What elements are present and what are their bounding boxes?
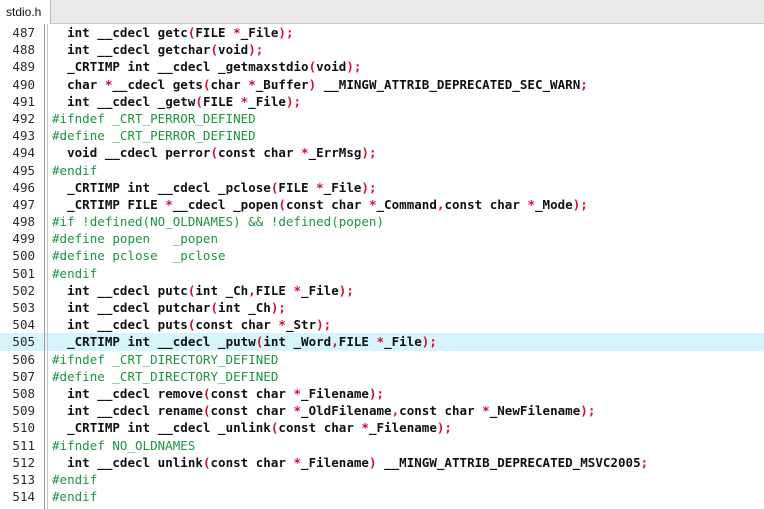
line-number: 489 bbox=[12, 59, 35, 75]
line-number: 498 bbox=[12, 214, 35, 230]
line-number: 495 bbox=[12, 162, 35, 178]
gutter-separator-inner bbox=[44, 24, 45, 509]
code-line-text[interactable]: #endif bbox=[52, 162, 97, 179]
code-line-text[interactable]: int __cdecl getc(FILE *_File); bbox=[52, 24, 294, 41]
code-line[interactable]: 500 #define pclose _pclose bbox=[0, 247, 764, 264]
line-number: 508 bbox=[12, 385, 35, 401]
code-line[interactable]: 510 _CRTIMP int __cdecl _unlink(const ch… bbox=[0, 419, 764, 436]
code-line-text[interactable]: int __cdecl unlink(const char *_Filename… bbox=[52, 454, 648, 471]
line-number: 491 bbox=[12, 93, 35, 109]
tab-bar-empty-area bbox=[51, 0, 764, 23]
code-line-text[interactable]: #endif bbox=[52, 265, 97, 282]
code-line-text[interactable]: int __cdecl putc(int _Ch,FILE *_File); bbox=[52, 282, 354, 299]
code-line[interactable]: 488 int __cdecl getchar(void); bbox=[0, 41, 764, 58]
code-line[interactable]: 499 #define popen _popen bbox=[0, 230, 764, 247]
code-line-text[interactable]: _CRTIMP int __cdecl _unlink(const char *… bbox=[52, 419, 452, 436]
line-number: 487 bbox=[12, 25, 35, 40]
code-line-text[interactable]: #define _CRT_PERROR_DEFINED bbox=[52, 127, 256, 144]
line-number: 493 bbox=[12, 128, 35, 144]
code-line[interactable]: 503 int __cdecl putchar(int _Ch); bbox=[0, 299, 764, 316]
tab-label: stdio.h bbox=[6, 5, 42, 19]
code-line[interactable]: 489 _CRTIMP int __cdecl _getmaxstdio(voi… bbox=[0, 58, 764, 75]
code-line-text[interactable]: _CRTIMP int __cdecl _getmaxstdio(void); bbox=[52, 58, 361, 75]
code-line[interactable]: 491 int __cdecl _getw(FILE *_File); bbox=[0, 93, 764, 110]
code-line[interactable]: 513 #endif bbox=[0, 471, 764, 488]
line-number: 509 bbox=[12, 403, 35, 419]
line-number: 502 bbox=[12, 282, 35, 298]
code-line[interactable]: 504 int __cdecl puts(const char *_Str); bbox=[0, 316, 764, 333]
line-number: 501 bbox=[12, 265, 35, 281]
code-line[interactable]: 495 #endif bbox=[0, 162, 764, 179]
line-number: 505 bbox=[12, 334, 35, 350]
line-number: 494 bbox=[12, 145, 35, 161]
line-number: 500 bbox=[12, 248, 35, 264]
code-line[interactable]: 501 #endif bbox=[0, 265, 764, 282]
code-line[interactable]: 512 int __cdecl unlink(const char *_File… bbox=[0, 454, 764, 471]
code-line[interactable]: 496 _CRTIMP int __cdecl _pclose(FILE *_F… bbox=[0, 179, 764, 196]
code-line-text[interactable]: int __cdecl _getw(FILE *_File); bbox=[52, 93, 301, 110]
code-line-text[interactable]: #ifndef _CRT_DIRECTORY_DEFINED bbox=[52, 351, 278, 368]
code-line[interactable]: 493 #define _CRT_PERROR_DEFINED bbox=[0, 127, 764, 144]
code-line[interactable]: 494 void __cdecl perror(const char *_Err… bbox=[0, 144, 764, 161]
line-number: 497 bbox=[12, 196, 35, 212]
code-line-text[interactable]: int __cdecl getchar(void); bbox=[52, 41, 263, 58]
code-line[interactable]: 505 _CRTIMP int __cdecl _putw(int _Word,… bbox=[0, 333, 764, 351]
line-number: 492 bbox=[12, 110, 35, 126]
line-number: 507 bbox=[12, 368, 35, 384]
code-lines[interactable]: 487 int __cdecl getc(FILE *_File); 488 in… bbox=[0, 24, 764, 505]
code-line[interactable]: 497 _CRTIMP FILE *__cdecl _popen(const c… bbox=[0, 196, 764, 213]
code-line-text[interactable]: int __cdecl puts(const char *_Str); bbox=[52, 316, 331, 333]
code-line-text[interactable]: int __cdecl rename(const char *_OldFilen… bbox=[52, 402, 595, 419]
tab-stdio-h[interactable]: stdio.h bbox=[0, 0, 52, 24]
line-number: 503 bbox=[12, 300, 35, 315]
code-line-text[interactable]: #endif bbox=[52, 471, 97, 488]
code-line[interactable]: 509 int __cdecl rename(const char *_OldF… bbox=[0, 402, 764, 419]
code-line[interactable]: 511 #ifndef NO_OLDNAMES bbox=[0, 437, 764, 454]
code-line[interactable]: 514 #endif bbox=[0, 488, 764, 505]
code-line-text[interactable]: #endif bbox=[52, 488, 97, 505]
code-editor-pane[interactable]: 487 int __cdecl getc(FILE *_File); 488 in… bbox=[0, 24, 764, 509]
gutter-separator-outer bbox=[47, 24, 48, 509]
code-line-text[interactable]: int __cdecl putchar(int _Ch); bbox=[52, 299, 286, 316]
code-line[interactable]: 498 #if !defined(NO_OLDNAMES) && !defined… bbox=[0, 213, 764, 230]
line-number: 490 bbox=[12, 76, 35, 92]
line-number: 511 bbox=[12, 437, 35, 453]
code-line-text[interactable]: #define _CRT_DIRECTORY_DEFINED bbox=[52, 368, 278, 385]
code-line-text[interactable]: int __cdecl remove(const char *_Filename… bbox=[52, 385, 384, 402]
code-line[interactable]: 506 #ifndef _CRT_DIRECTORY_DEFINED bbox=[0, 351, 764, 368]
code-line-text[interactable]: _CRTIMP int __cdecl _putw(int _Word,FILE… bbox=[52, 333, 437, 350]
line-number: 513 bbox=[12, 471, 35, 487]
code-line[interactable]: 490 char *__cdecl gets(char *_Buffer) __… bbox=[0, 76, 764, 93]
code-line[interactable]: 508 int __cdecl remove(const char *_File… bbox=[0, 385, 764, 402]
editor-window: stdio.h 487 int __cdecl getc(FILE *_File… bbox=[0, 0, 764, 509]
line-number: 510 bbox=[12, 420, 35, 436]
code-line-text[interactable]: #define pclose _pclose bbox=[52, 247, 226, 264]
code-line-text[interactable]: #if !defined(NO_OLDNAMES) && !defined(po… bbox=[52, 213, 384, 230]
line-number: 499 bbox=[12, 231, 35, 247]
code-line[interactable]: 502 int __cdecl putc(int _Ch,FILE *_File… bbox=[0, 282, 764, 299]
code-line[interactable]: 492 #ifndef _CRT_PERROR_DEFINED bbox=[0, 110, 764, 127]
line-number: 504 bbox=[12, 317, 35, 333]
line-number: 506 bbox=[12, 351, 35, 367]
code-line-text[interactable]: void __cdecl perror(const char *_ErrMsg)… bbox=[52, 144, 377, 161]
line-number: 512 bbox=[12, 454, 35, 470]
code-line-text[interactable]: _CRTIMP FILE *__cdecl _popen(const char … bbox=[52, 196, 588, 213]
line-number: 488 bbox=[12, 42, 35, 58]
code-line-text[interactable]: #ifndef NO_OLDNAMES bbox=[52, 437, 195, 454]
code-line-text[interactable]: char *__cdecl gets(char *_Buffer) __MING… bbox=[52, 76, 588, 93]
code-line[interactable]: 507 #define _CRT_DIRECTORY_DEFINED bbox=[0, 368, 764, 385]
code-line-text[interactable]: #ifndef _CRT_PERROR_DEFINED bbox=[52, 110, 256, 127]
line-number: 514 bbox=[12, 489, 35, 505]
code-line[interactable]: 487 int __cdecl getc(FILE *_File); bbox=[0, 24, 764, 41]
tab-bar: stdio.h bbox=[0, 0, 764, 24]
line-number: 496 bbox=[12, 179, 35, 195]
code-line-text[interactable]: _CRTIMP int __cdecl _pclose(FILE *_File)… bbox=[52, 179, 377, 196]
code-line-text[interactable]: #define popen _popen bbox=[52, 230, 218, 247]
